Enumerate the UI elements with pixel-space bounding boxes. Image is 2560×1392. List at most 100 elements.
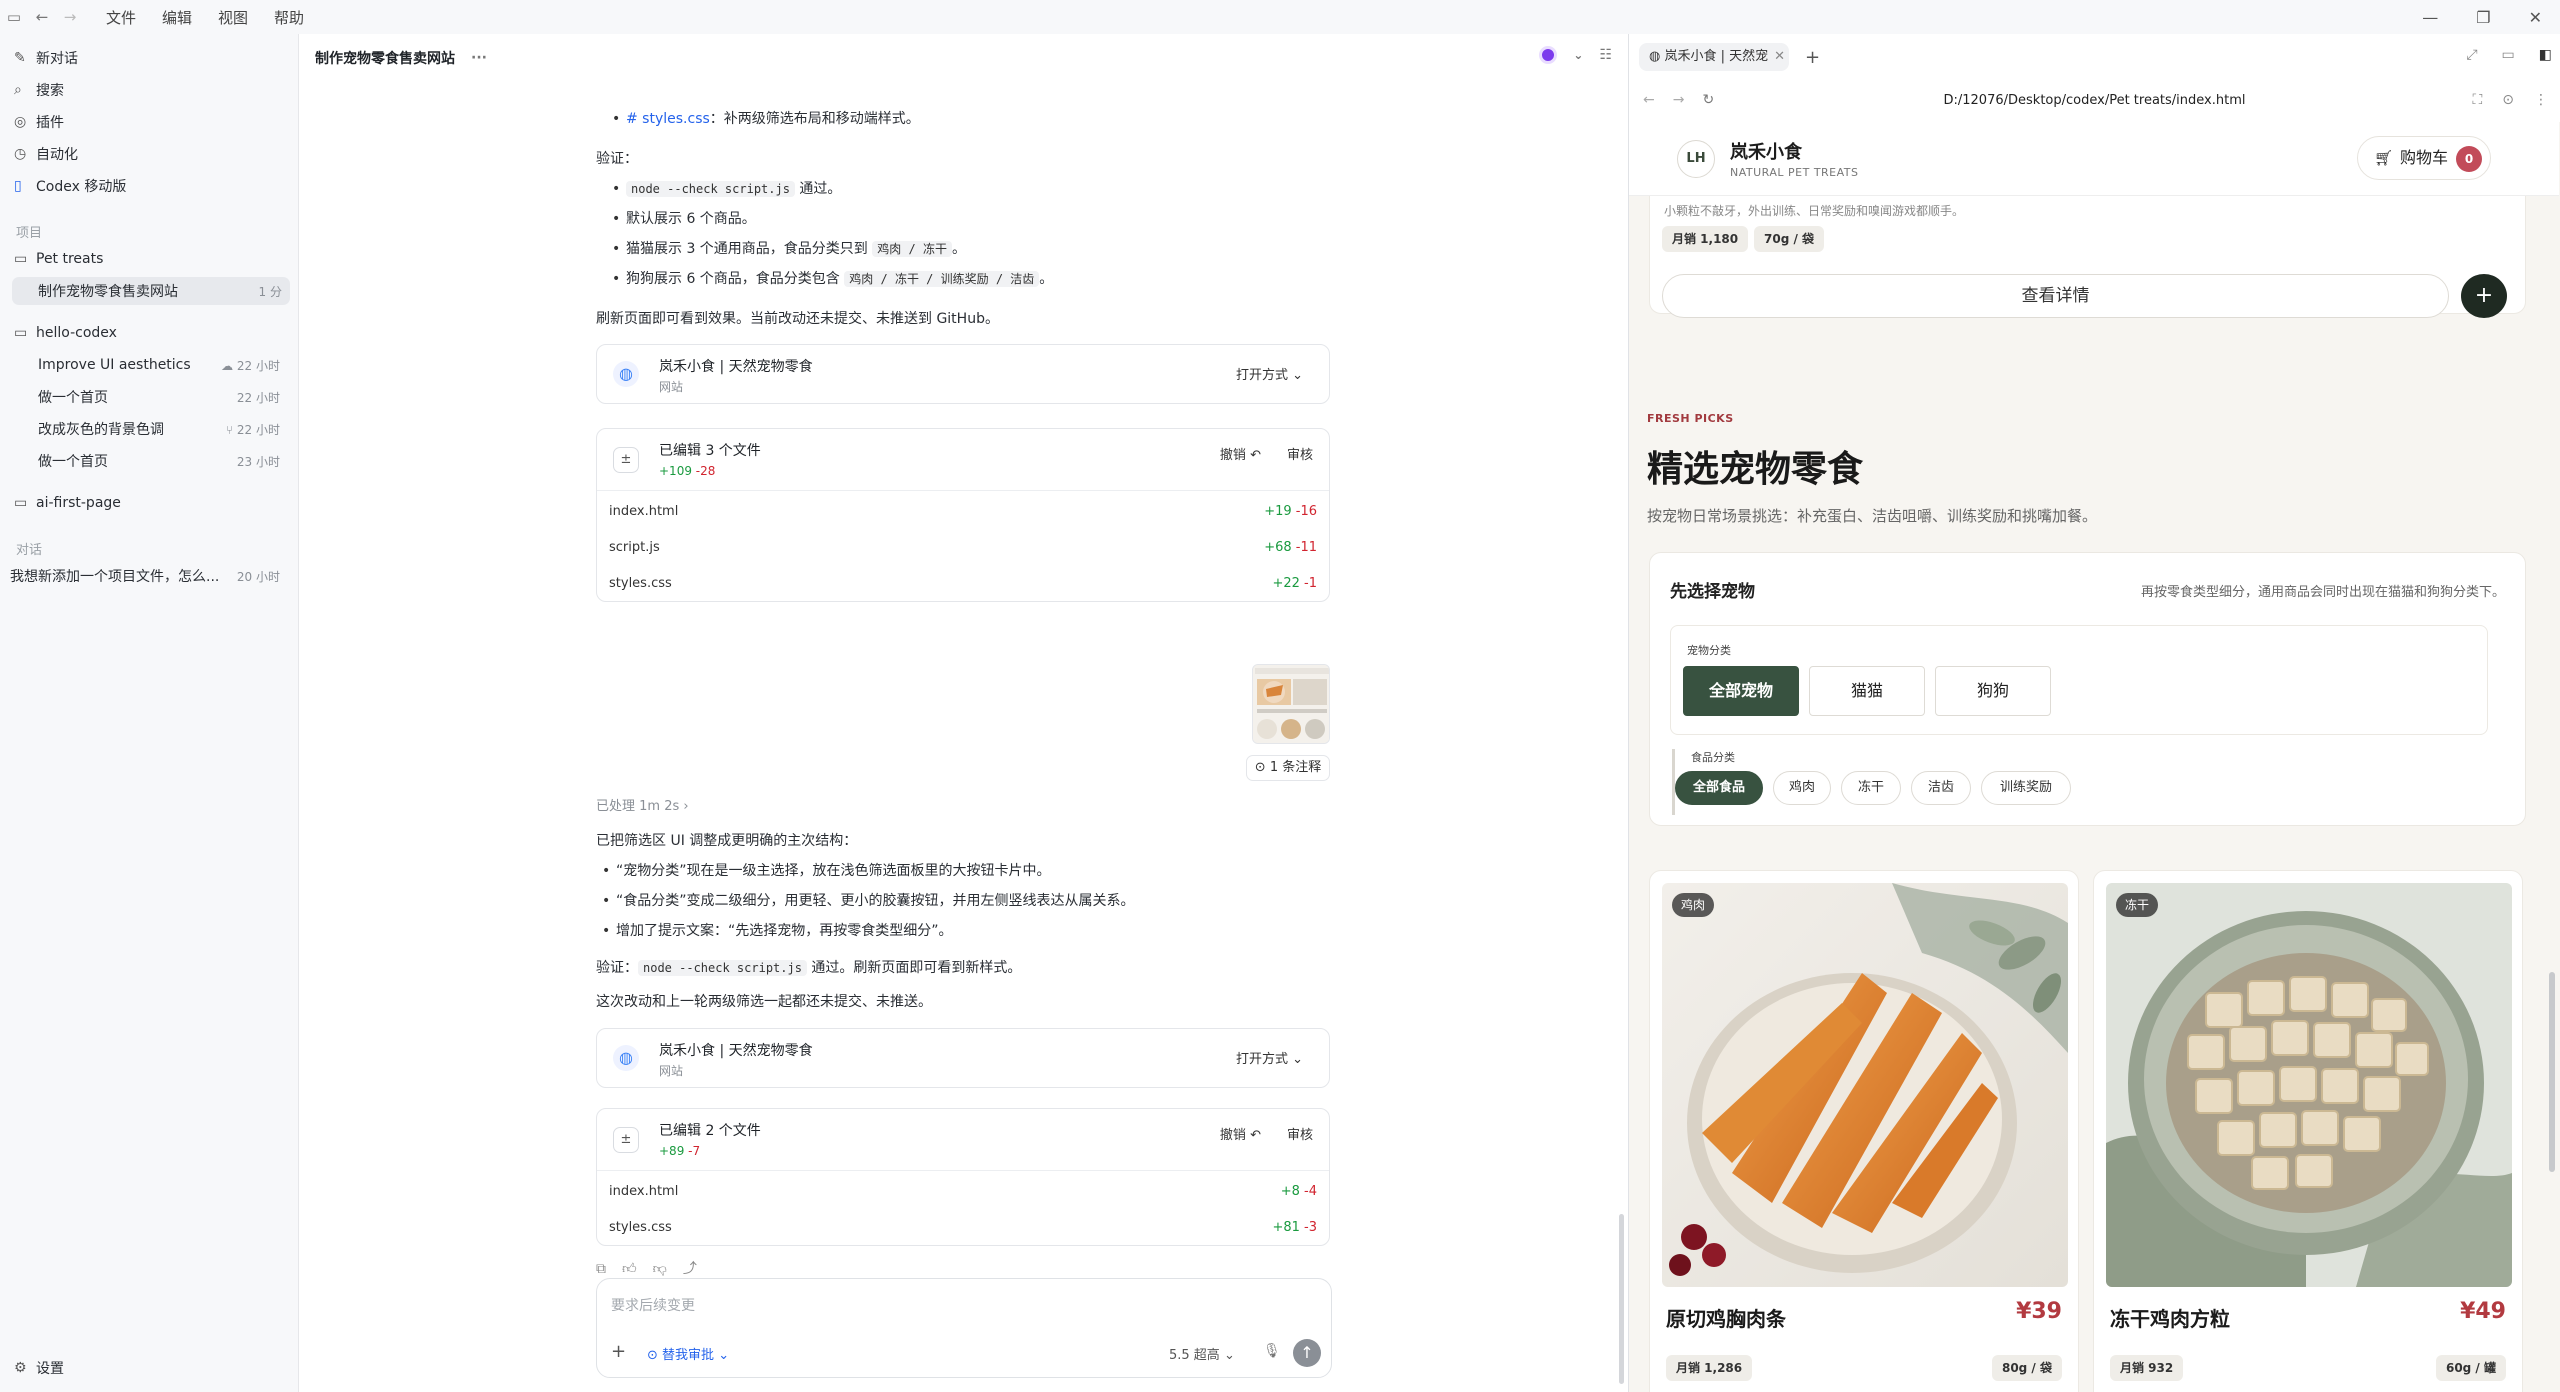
window-icon[interactable]: ▭: [2502, 47, 2515, 63]
project-pet-treats[interactable]: ▭ Pet treats: [14, 245, 288, 273]
shop-logo[interactable]: LH: [1677, 140, 1715, 178]
page-scrollbar[interactable]: [2549, 972, 2555, 1172]
url-field[interactable]: D:/12076/Desktop/codex/Pet treats/index.…: [1629, 93, 2560, 108]
menu-help[interactable]: 帮助: [274, 7, 304, 28]
chevron-down-icon[interactable]: ⌄: [1573, 48, 1583, 62]
sidebar-item-automation[interactable]: ◷ 自动化: [14, 140, 288, 168]
comment-icon[interactable]: ⊙: [2502, 92, 2514, 108]
file-row[interactable]: index.html +8 -4: [609, 1175, 1317, 1209]
sidebar-item-mobile[interactable]: ▯ Codex 移动版: [14, 172, 288, 200]
add-attachment-icon[interactable]: +: [611, 1341, 626, 1362]
expand-icon[interactable]: ⤢: [2466, 47, 2477, 63]
verify-line: 验证： node --check script.js 通过。刷新页面即可看到新样式…: [596, 959, 1356, 979]
chat-header: 制作宠物零食售卖网站 ··· ⌄ ☷: [299, 34, 1628, 82]
sidebar-item-search[interactable]: ⌕ 搜索: [14, 76, 288, 104]
review-button[interactable]: 审核: [1287, 447, 1313, 465]
status-indicator-icon[interactable]: [1539, 46, 1558, 64]
thread-time: 22 小时: [236, 390, 280, 405]
undo-button[interactable]: 撤销 ↶: [1220, 1127, 1261, 1145]
screenshot-thumbnail[interactable]: [1252, 664, 1330, 744]
approval-mode-button[interactable]: ⊙ 替我审批 ⌄: [647, 1344, 729, 1363]
thumbs-up-icon[interactable]: 👍︎: [622, 1260, 637, 1280]
close-icon[interactable]: ✕: [2529, 8, 2542, 27]
processed-toggle[interactable]: 已处理 1m 2s ›: [596, 798, 1356, 816]
cart-button[interactable]: 🛒︎ 购物车 0: [2357, 136, 2491, 180]
forward-arrow-icon[interactable]: →: [56, 8, 84, 26]
review-button[interactable]: 审核: [1287, 1127, 1313, 1145]
undo-button[interactable]: 撤销 ↶: [1220, 447, 1261, 465]
menu-edit[interactable]: 编辑: [162, 7, 192, 28]
pet-filter-dog[interactable]: 狗狗: [1935, 666, 2051, 716]
folder-icon: ▭: [14, 325, 28, 341]
thumbs-down-icon[interactable]: 👎︎: [653, 1260, 667, 1280]
list-item: node --check script.js 通过。: [612, 180, 841, 200]
composer-input[interactable]: 要求后续变更: [611, 1295, 695, 1315]
split-view-icon[interactable]: ◧: [2539, 47, 2552, 63]
composer[interactable]: 要求后续变更 + ⊙ 替我审批 ⌄ 5.5 超高 ⌄ 🎙︎ ↑: [596, 1278, 1332, 1378]
project-name: hello-codex: [36, 325, 117, 341]
pet-filter-all[interactable]: 全部宠物: [1683, 666, 1799, 716]
chat-scrollbar[interactable]: [1619, 1214, 1624, 1384]
open-with-button[interactable]: 打开方式 ⌄: [1226, 363, 1313, 389]
thread-item[interactable]: Improve UI aesthetics ☁ 22 小时: [14, 351, 288, 379]
project-hello-codex[interactable]: ▭ hello-codex: [14, 319, 288, 347]
file-name: styles.css: [609, 576, 672, 591]
file-row[interactable]: styles.css +81 -3: [609, 1211, 1317, 1245]
file-row[interactable]: styles.css +22 -1: [609, 567, 1317, 601]
model-selector[interactable]: 5.5 超高 ⌄: [1169, 1344, 1235, 1363]
chat-title: 制作宠物零食售卖网站: [315, 51, 455, 67]
pet-filter-cat[interactable]: 猫猫: [1809, 666, 1925, 716]
website-card[interactable]: ◍ 岚禾小食 | 天然宠物零食 网站 打开方式 ⌄: [596, 1028, 1330, 1088]
project-name: Pet treats: [36, 251, 104, 267]
sidebar-toggle-icon[interactable]: ▭: [0, 8, 28, 26]
sidebar-item-new-chat[interactable]: ✎ 新对话: [14, 44, 288, 72]
mic-icon[interactable]: 🎙︎: [1263, 1343, 1281, 1359]
menu-view[interactable]: 视图: [218, 7, 248, 28]
processed-label: 已处理 1m 2s: [596, 799, 680, 814]
browser-tab[interactable]: ◍ 岚禾小食 | 天然宠 ✕: [1639, 43, 1789, 71]
open-with-button[interactable]: 打开方式 ⌄: [1226, 1047, 1313, 1073]
more-options-icon[interactable]: ···: [471, 50, 487, 66]
screenshot-icon[interactable]: ⛶: [2472, 92, 2482, 108]
menu-file[interactable]: 文件: [106, 7, 136, 28]
back-arrow-icon[interactable]: ←: [28, 8, 56, 26]
sidebar-item-plugins[interactable]: ◎ 插件: [14, 108, 288, 136]
settings-button[interactable]: ⚙ 设置: [14, 1354, 288, 1382]
chat-item[interactable]: 我想新添加一个项目文件，怎么... 20 小时: [10, 562, 288, 590]
panel-toggle-icon[interactable]: ☷: [1599, 47, 1612, 63]
food-filter-chicken[interactable]: 鸡肉: [1773, 771, 1831, 805]
product-card[interactable]: 鸡肉 原切鸡胸肉条 ¥39 月销 1,286 80g / 袋: [1649, 870, 2079, 1392]
file-link[interactable]: # styles.css: [626, 111, 710, 127]
comment-button[interactable]: ⊙ 1 条注释: [1246, 755, 1330, 781]
file-row[interactable]: index.html +19 -16: [609, 495, 1317, 529]
send-button[interactable]: ↑: [1293, 1339, 1321, 1367]
share-icon[interactable]: ⤴: [683, 1260, 697, 1280]
settings-label: 设置: [36, 1361, 64, 1377]
food-filter-all[interactable]: 全部食品: [1675, 771, 1763, 805]
product-card[interactable]: 冻干 冻干鸡肉方粒 ¥49 月销 932 60g / 罐: [2093, 870, 2523, 1392]
project-ai-first-page[interactable]: ▭ ai-first-page: [14, 489, 288, 517]
more-vertical-icon[interactable]: ⋮: [2534, 92, 2548, 108]
food-filter-dental[interactable]: 洁齿: [1911, 771, 1971, 805]
food-filter-freeze-dried[interactable]: 冻干: [1841, 771, 1901, 805]
thread-item[interactable]: 制作宠物零食售卖网站 1 分: [12, 277, 290, 305]
add-to-cart-button[interactable]: +: [2461, 274, 2507, 318]
file-diff: +22 -1: [1272, 576, 1317, 591]
close-tab-icon[interactable]: ✕: [1774, 49, 1785, 64]
thread-item[interactable]: 做一个首页 22 小时: [14, 383, 288, 411]
maximize-icon[interactable]: ❐: [2476, 8, 2490, 27]
website-subtitle: 网站: [659, 1064, 684, 1078]
section-subtitle: 按宠物日常场景挑选：补充蛋白、洁齿咀嚼、训练奖励和挑嘴加餐。: [1647, 507, 2098, 525]
website-card[interactable]: ◍ 岚禾小食 | 天然宠物零食 网站 打开方式 ⌄: [596, 344, 1330, 404]
file-row[interactable]: script.js +68 -11: [609, 531, 1317, 565]
copy-icon[interactable]: ⧉: [596, 1260, 606, 1280]
minimize-icon[interactable]: —: [2422, 8, 2438, 27]
thread-item[interactable]: 改成灰色的背景色调 ⑂ 22 小时: [14, 415, 288, 443]
food-filter-training[interactable]: 训练奖励: [1981, 771, 2071, 805]
view-details-button[interactable]: 查看详情: [1662, 274, 2449, 318]
sales-chip: 月销 932: [2110, 1355, 2184, 1381]
thread-item[interactable]: 做一个首页 23 小时: [14, 447, 288, 475]
thread-title: 制作宠物零食售卖网站: [38, 284, 178, 300]
new-tab-icon[interactable]: +: [1805, 47, 1820, 68]
file-diff: +68 -11: [1264, 540, 1317, 555]
